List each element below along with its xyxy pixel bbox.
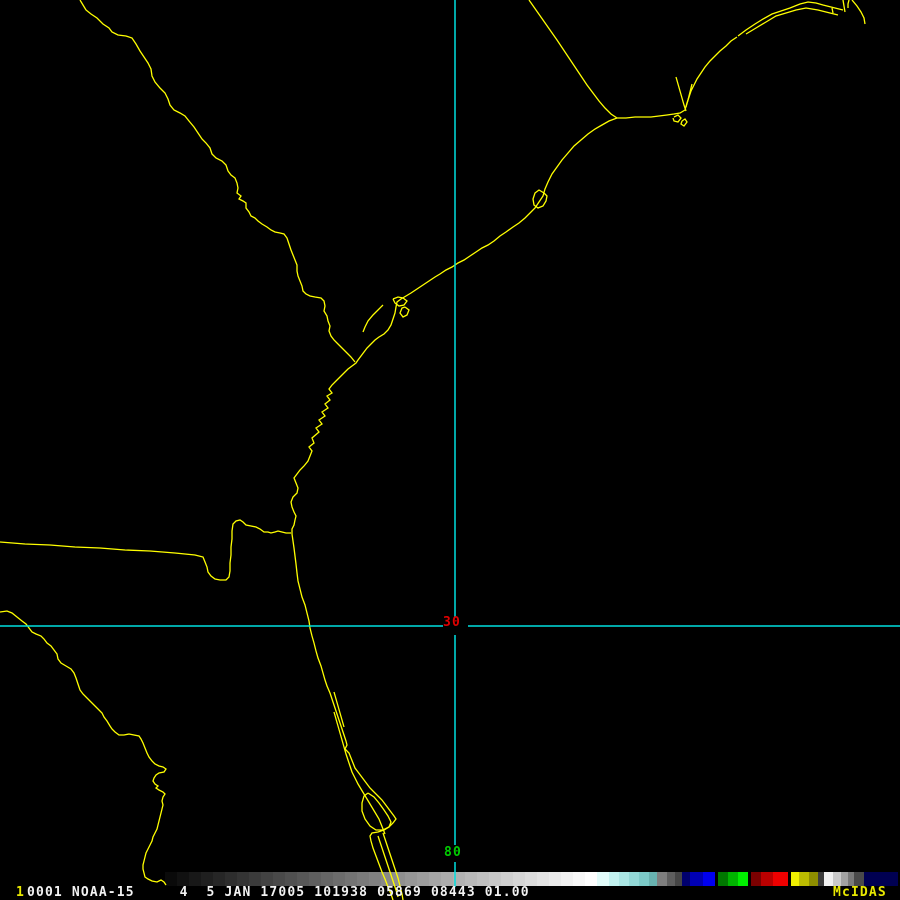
charleston-island-1 [393, 297, 407, 306]
cape-fear-island-1 [673, 115, 681, 122]
image-info-text: 0001 NOAA-15 4 5 JAN 17005 101938 05869 … [27, 885, 530, 900]
coast-atlantic-main [291, 37, 737, 900]
mcidas-brand-label: McIDAS [833, 885, 887, 900]
frame-number: 1 [16, 885, 25, 900]
coast-gulf [0, 611, 166, 885]
border-nc-sc [529, 0, 617, 118]
topright-coast-outer [738, 2, 843, 36]
cape-fear-barrier [686, 84, 692, 107]
border-fl-ga [0, 520, 291, 580]
border-savannah-river [80, 0, 355, 362]
topright-corner [852, 0, 865, 24]
cape-romain-loop [533, 190, 547, 208]
topright-spit-1 [843, 0, 845, 12]
map-canvas[interactable] [0, 0, 900, 900]
mcidas-display-window: 30 80 1 0001 NOAA-15 4 5 JAN 17005 10193… [0, 0, 900, 900]
topright-tick [832, 8, 833, 13]
cape-fear-river [676, 77, 686, 111]
topright-spit-2 [848, 0, 849, 8]
longitude-label-80: 80 [444, 845, 462, 860]
charleston-lagoon [363, 305, 383, 332]
charleston-island-2 [400, 307, 409, 317]
latitude-label-30: 30 [443, 615, 461, 630]
cape-fear-island-2 [681, 119, 687, 126]
